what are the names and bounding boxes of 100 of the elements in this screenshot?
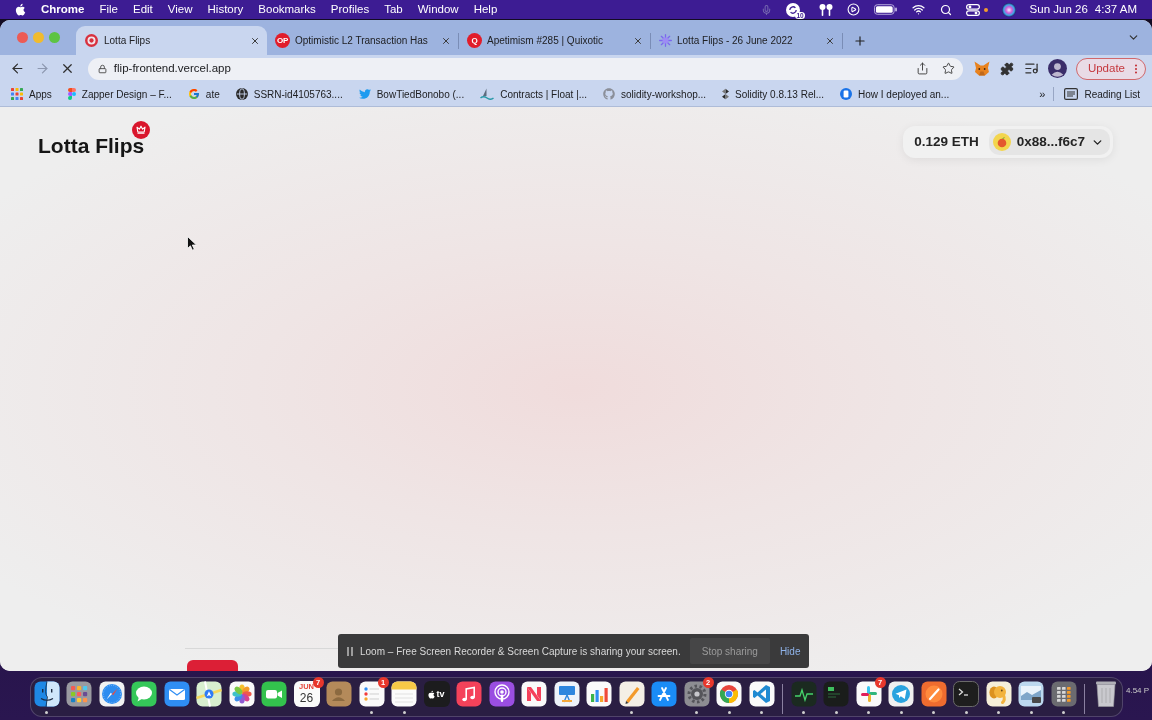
star-icon[interactable] [942,62,956,75]
person-app-icon[interactable] [326,681,352,707]
elephant-app-icon[interactable] [985,681,1012,707]
menu-item[interactable]: History [207,0,244,19]
lock-icon [97,63,107,74]
bookmark-item[interactable]: Solidity 0.8.13 Rel... [722,86,825,102]
music-note-app-icon[interactable] [456,681,482,707]
map-app-icon[interactable] [196,681,222,707]
close-icon[interactable] [825,35,835,46]
shapes-logo-icon [67,88,76,100]
podium-app-icon[interactable] [553,681,580,707]
plus-icon[interactable] [853,33,867,48]
cut-off-button[interactable] [187,660,238,671]
search-icon[interactable] [939,3,952,16]
paper-plane-app-icon[interactable] [888,681,914,707]
fox-icon[interactable] [974,61,991,76]
close-icon[interactable] [441,35,451,46]
tv-label: tv [436,689,445,699]
browser-tab[interactable]: OP Optimistic L2 Transaction Has [267,26,458,55]
control-center-icon[interactable] [965,3,980,16]
smiling-face-app-icon[interactable] [33,681,60,707]
share-icon[interactable] [916,62,930,75]
octocat-icon [603,88,616,100]
sharing-message: Loom – Free Screen Recorder & Screen Capture is sharing your screen. [360,644,681,659]
flower-app-icon[interactable] [228,681,255,707]
pen-app-icon[interactable] [618,681,645,707]
close-icon[interactable] [250,35,260,46]
media-queue-icon[interactable] [1024,61,1039,76]
news-app-icon[interactable] [521,681,547,707]
sailboat-icon [480,88,495,100]
bar-chart-app-icon[interactable] [586,681,612,707]
terminal-app-icon[interactable] [953,681,979,707]
orb-icon[interactable] [1001,2,1016,17]
bird-icon [358,88,371,100]
trash-icon[interactable] [1095,681,1116,707]
hash-pattern-app-icon[interactable] [855,681,882,707]
menu-item[interactable]: File [99,0,118,19]
menu-item[interactable]: Edit [133,0,153,19]
update-button[interactable]: Update [1075,57,1146,80]
apple-logo-icon [428,689,436,699]
more-bookmarks-button[interactable]: » [1039,85,1046,103]
back-icon[interactable] [10,61,25,76]
speech-bubble-app-icon[interactable] [131,681,157,707]
fruit-avatar-icon [992,133,1011,151]
battery-icon[interactable] [873,4,897,15]
mouse-pointer-icon [187,236,197,251]
sunburst-icon [659,34,672,47]
bookmark-item[interactable]: Contracts | Float |... [480,86,588,102]
wifi-icon[interactable] [910,3,926,16]
slash-circle-app-icon[interactable] [920,681,947,707]
code-editor-app-icon[interactable] [748,681,775,707]
bookmark-item[interactable]: BowTiedBonobo (... [358,86,465,102]
menu-item[interactable]: Help [473,0,498,19]
gear-app-icon[interactable] [683,681,710,707]
bookmark-item[interactable]: ate [187,86,220,102]
bookmark-item[interactable]: SSRN-id4105763.... [235,86,343,102]
reading-list-button[interactable]: Reading List [1064,86,1140,102]
menu-item[interactable]: Profiles [330,0,370,19]
hide-button[interactable]: Hide [779,643,801,659]
video-camera-app-icon[interactable] [261,681,287,707]
browser-tab[interactable]: Lotta Flips [76,26,267,55]
puzzle-icon[interactable] [1000,61,1014,76]
bookmark-item[interactable]: How I deployed an... [840,86,950,102]
pause-icon[interactable] [347,646,353,656]
tv-app-icon[interactable]: tv [423,681,450,707]
checklist-app-icon[interactable] [358,681,385,707]
bookmark-item[interactable]: Zapper Design – F... [67,86,172,102]
reading-list-icon [1064,88,1079,100]
activity-graph-app-icon[interactable] [790,681,817,707]
account-button[interactable]: 0x88...f6c7 [988,129,1110,155]
stop-sharing-button[interactable]: Stop sharing [689,638,770,664]
envelope-app-icon[interactable] [163,681,190,707]
ring-icon [85,34,98,47]
menu-item[interactable]: Bookmarks [258,0,316,19]
avatar-icon[interactable] [1047,59,1067,78]
browser-tab[interactable]: Lotta Flips - 26 June 2022 [651,26,842,55]
photo-app-icon[interactable] [1018,681,1044,707]
logo-text[interactable]: Lotta Flips [38,134,145,158]
calculator-app-icon[interactable] [1050,681,1077,707]
earbuds-icon[interactable] [818,3,833,16]
menu-item[interactable]: Window [417,0,459,19]
bookmark-item[interactable]: solidity-workshop... [603,86,707,102]
apple-logo-icon[interactable] [15,3,26,16]
menu-bar-date[interactable]: Sun Jun 26 [1029,0,1088,19]
close-icon[interactable] [633,35,643,46]
bookmark-item[interactable]: Apps [11,86,52,102]
app-menu[interactable]: Chrome [41,0,85,19]
play-icon[interactable] [846,3,860,16]
podcast-app-icon[interactable] [488,681,515,707]
notepad-app-icon[interactable] [391,681,417,707]
address-bar[interactable]: flip-frontend.vercel.app [87,57,964,80]
browser-tab[interactable]: Q Apetimism #285 | Quixotic [459,26,650,55]
app-grid-icon[interactable] [66,681,92,707]
browser-app-icon[interactable] [716,681,742,707]
menu-item[interactable]: Tab [384,0,403,19]
menu-bar-clock[interactable]: 4:37 AM [1094,0,1137,19]
a-shape-app-icon[interactable] [651,681,677,707]
menu-item[interactable]: View [167,0,193,19]
console-app-icon[interactable] [823,681,849,707]
compass-app-icon[interactable] [98,681,125,707]
